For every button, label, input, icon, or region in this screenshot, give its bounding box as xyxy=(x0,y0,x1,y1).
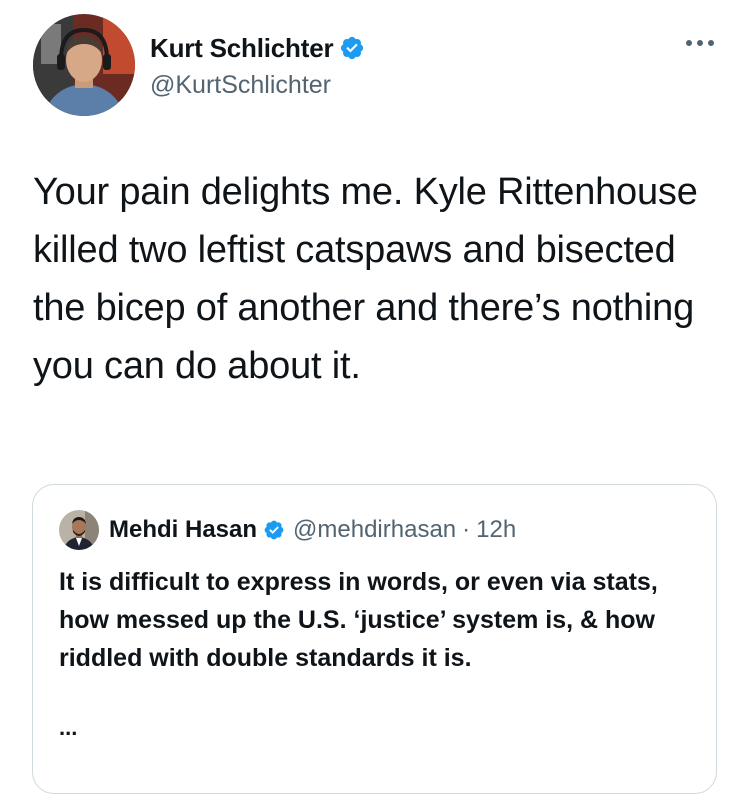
author-display-name[interactable]: Kurt Schlichter xyxy=(150,33,334,63)
quoted-author-handle: @mehdirhasan xyxy=(293,516,457,543)
tweet-text: Your pain delights me. Kyle Rittenhouse … xyxy=(33,171,698,387)
quoted-tweet-card[interactable]: Mehdi Hasan @mehdirhasan · 12h It is dif… xyxy=(32,484,717,794)
quoted-tweet-header: Mehdi Hasan @mehdirhasan · 12h xyxy=(59,510,516,550)
quoted-tweet-timestamp[interactable]: 12h xyxy=(476,515,516,545)
quoted-tweet-text: It is difficult to express in words, or … xyxy=(59,568,658,672)
verified-badge-icon xyxy=(263,519,285,541)
separator-dot: · xyxy=(462,516,471,543)
quoted-author-name: Mehdi Hasan xyxy=(109,516,258,543)
verified-badge-icon xyxy=(339,35,365,61)
quoted-author-avatar xyxy=(59,510,99,550)
more-horizontal-icon xyxy=(686,40,714,46)
tweet: Kurt Schlichter @KurtSchlichter Your pai… xyxy=(0,0,750,794)
more-options-button[interactable] xyxy=(680,28,720,58)
author-avatar[interactable] xyxy=(33,14,135,116)
quoted-tweet-truncation: ... xyxy=(59,715,78,740)
author-name-row[interactable]: Kurt Schlichter xyxy=(150,33,365,63)
author-handle[interactable]: @KurtSchlichter xyxy=(150,70,331,100)
